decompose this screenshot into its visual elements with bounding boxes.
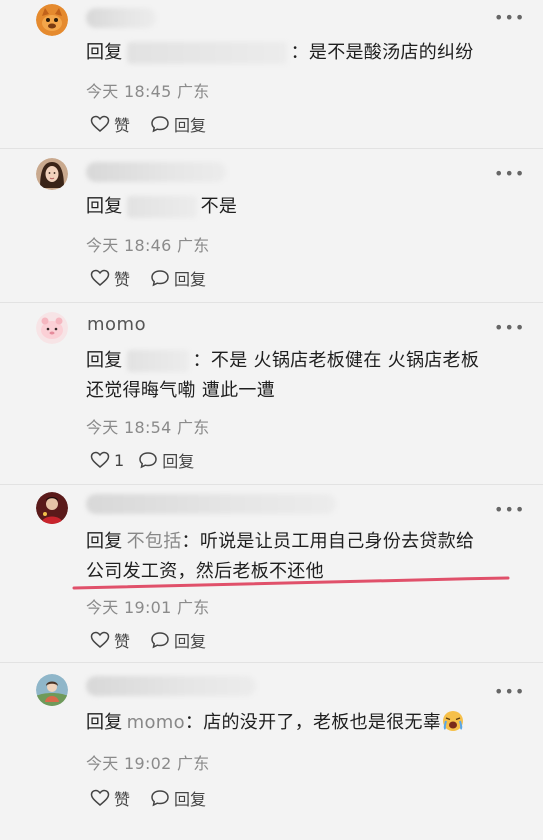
heart-icon (90, 789, 110, 806)
comment-meta: 今天 19:01 广东 (86, 594, 210, 618)
location: 广东 (177, 82, 210, 101)
username-redacted[interactable] (86, 494, 336, 514)
like-count: 1 (114, 450, 125, 470)
comment-icon (151, 270, 169, 287)
comment-icon (151, 790, 169, 807)
more-icon[interactable]: ••• (494, 502, 525, 518)
location: 广东 (177, 598, 210, 617)
username-redacted[interactable] (86, 676, 256, 696)
like-label: 赞 (114, 790, 131, 809)
avatar[interactable] (36, 312, 68, 344)
divider (0, 302, 543, 303)
reply-target-redacted[interactable] (126, 42, 287, 64)
timestamp: 今天 18:45 (86, 82, 172, 101)
reply-button[interactable]: 回复 (150, 628, 206, 652)
reply-label: 回复 (174, 116, 207, 135)
reply-label: 回复 (174, 270, 207, 289)
comment-meta: 今天 18:45 广东 (86, 78, 210, 102)
reply-button[interactable]: 回复 (150, 112, 206, 136)
like-label: 赞 (114, 270, 131, 289)
location: 广东 (177, 418, 210, 437)
reply-word: 回复 (86, 350, 123, 371)
comment-text: 回复 momo：店的没开了，老板也是很无辜 (86, 708, 516, 738)
divider (0, 148, 543, 149)
highlight-underline (72, 576, 510, 590)
like-button[interactable]: 赞 (90, 786, 130, 810)
reply-button[interactable]: 回复 (138, 448, 194, 472)
reply-button[interactable]: 回复 (150, 786, 206, 810)
comment-actions: 赞 回复 (90, 786, 226, 810)
timestamp: 今天 18:46 (86, 236, 172, 255)
reply-label: 回复 (174, 632, 207, 651)
reply-target-redacted[interactable] (126, 196, 197, 218)
timestamp: 今天 18:54 (86, 418, 172, 437)
comment-icon (151, 116, 169, 133)
comment-text: 回复 不是 (86, 192, 516, 222)
comment-content: ：是不是酸汤店的纠纷 (290, 42, 474, 63)
comment-meta: 今天 18:46 广东 (86, 232, 210, 256)
reply-word: 回复 (86, 712, 123, 733)
username-redacted[interactable] (86, 162, 226, 182)
emoji-icon (443, 711, 464, 731)
comment-content: ：听说是让员工用自己身份去贷款给 (181, 531, 475, 552)
heart-icon (90, 269, 110, 286)
reply-target[interactable]: 不包括 (127, 531, 182, 552)
reply-label: 回复 (162, 452, 195, 471)
location: 广东 (177, 754, 210, 773)
comment-actions: 赞 回复 (90, 266, 226, 290)
username[interactable]: momo (87, 314, 146, 335)
heart-icon (90, 115, 110, 132)
avatar[interactable] (36, 4, 68, 36)
location: 广东 (177, 236, 210, 255)
comment-line-1: 回复 不包括：听说是让员工用自己身份去贷款给 (86, 527, 516, 557)
like-button[interactable]: 赞 (90, 112, 130, 136)
like-label: 赞 (114, 116, 131, 135)
comment-line-1: 回复 ：不是 火锅店老板健在 火锅店老板 (86, 346, 516, 376)
reply-word: 回复 (86, 42, 123, 63)
comment-actions: 1 回复 (90, 448, 214, 472)
divider (0, 484, 543, 485)
comment-line-2: 还觉得晦气嘞 遭此一遭 (86, 380, 276, 401)
timestamp: 今天 19:01 (86, 598, 172, 617)
comment-icon (151, 632, 169, 649)
reply-word: 回复 (86, 196, 123, 217)
comment-text: 回复 ：是不是酸汤店的纠纷 (86, 38, 516, 68)
more-icon[interactable]: ••• (494, 10, 525, 26)
comment-meta: 今天 18:54 广东 (86, 414, 210, 438)
comment-meta: 今天 19:02 广东 (86, 750, 210, 774)
comment-actions: 赞 回复 (90, 112, 226, 136)
more-icon[interactable]: ••• (494, 684, 525, 700)
avatar[interactable] (36, 492, 68, 524)
reply-label: 回复 (174, 790, 207, 809)
comment-content: ：不是 火锅店老板健在 火锅店老板 (192, 350, 480, 371)
like-button[interactable]: 赞 (90, 628, 130, 652)
reply-target-redacted[interactable] (126, 350, 189, 372)
reply-target[interactable]: momo (127, 712, 185, 733)
reply-button[interactable]: 回复 (150, 266, 206, 290)
reply-word: 回复 (86, 531, 123, 552)
comment-content: ：店的没开了，老板也是很无辜 (184, 712, 442, 733)
more-icon[interactable]: ••• (494, 320, 525, 336)
comment-content: 不是 (200, 196, 238, 217)
like-button[interactable]: 赞 (90, 266, 130, 290)
like-button[interactable]: 1 (90, 451, 124, 470)
divider (0, 662, 543, 663)
comment-actions: 赞 回复 (90, 628, 226, 652)
like-label: 赞 (114, 632, 131, 651)
heart-icon (90, 451, 110, 468)
comment-icon (139, 452, 157, 469)
avatar[interactable] (36, 158, 68, 190)
heart-icon (90, 631, 110, 648)
username-redacted[interactable] (86, 8, 156, 28)
more-icon[interactable]: ••• (494, 166, 525, 182)
timestamp: 今天 19:02 (86, 754, 172, 773)
comment-text: 回复 ：不是 火锅店老板健在 火锅店老板 还觉得晦气嘞 遭此一遭 (86, 346, 516, 406)
avatar[interactable] (36, 674, 68, 706)
